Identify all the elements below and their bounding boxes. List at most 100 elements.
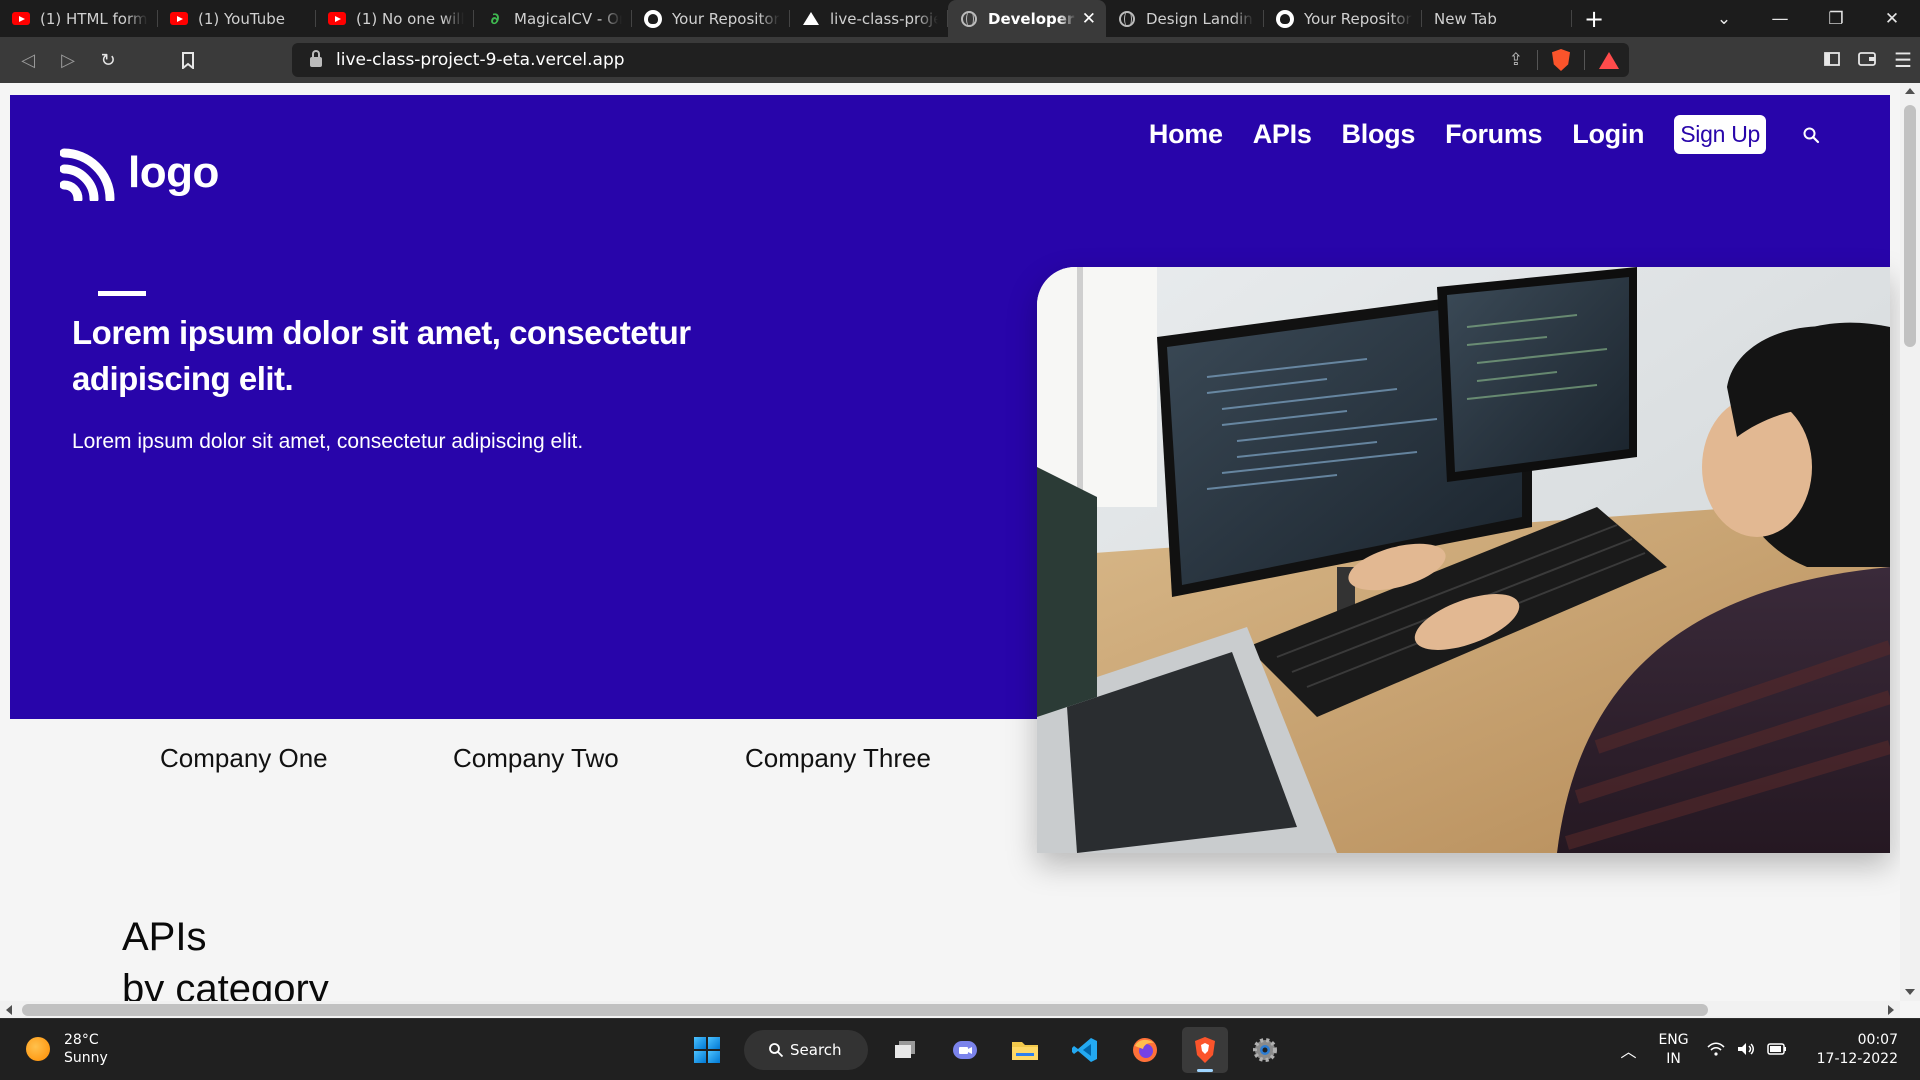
tab-title: (1) HTML forms a — [40, 9, 148, 28]
show-hidden-icons-chevron-icon[interactable]: ︿ — [1620, 1038, 1636, 1062]
browser-tab-active[interactable]: Developer La ✕ — [948, 0, 1106, 37]
youtube-icon — [170, 10, 188, 28]
browser-tab[interactable]: Your Repositories — [632, 0, 790, 37]
site-logo[interactable]: logo — [59, 145, 219, 204]
menu-icon[interactable]: ☰ — [1894, 48, 1912, 72]
browser-tab[interactable]: ∂ MagicalCV - Onli — [474, 0, 632, 37]
tab-title: Developer La — [988, 9, 1076, 28]
youtube-icon — [12, 10, 30, 28]
windows-logo-icon — [694, 1037, 720, 1063]
reload-icon[interactable]: ↻ — [88, 40, 128, 80]
battery-icon[interactable] — [1766, 1041, 1787, 1060]
taskbar-search-button[interactable]: Search — [744, 1030, 868, 1070]
restore-button[interactable]: ❐ — [1808, 0, 1864, 37]
tab-title: (1) No one will te — [356, 9, 464, 28]
teams-chat-icon[interactable] — [942, 1027, 988, 1073]
tab-title: live-class-project — [830, 9, 938, 28]
browser-tab[interactable]: (1) YouTube — [158, 0, 316, 37]
share-icon[interactable]: ⇪ — [1509, 50, 1523, 70]
lang-line2: IN — [1666, 1051, 1681, 1067]
vertical-scroll-thumb[interactable] — [1904, 105, 1916, 347]
hero-title: Lorem ipsum dolor sit amet, consectetur … — [72, 314, 691, 397]
weather-widget[interactable]: 28°C Sunny — [26, 1031, 108, 1067]
minimize-button[interactable]: — — [1752, 0, 1808, 37]
vercel-icon — [802, 10, 820, 28]
tab-strip: (1) HTML forms a (1) YouTube (1) No one … — [0, 0, 1920, 37]
browser-toolbar: ◁ ▷ ↻ live-class-project-9-eta.vercel.ap… — [0, 37, 1920, 83]
wifi-icon[interactable] — [1707, 1041, 1725, 1060]
scroll-up-arrow-icon[interactable] — [1905, 88, 1915, 94]
browser-tab[interactable]: Design Landing P — [1106, 0, 1264, 37]
lock-icon — [310, 50, 322, 67]
address-bar[interactable]: live-class-project-9-eta.vercel.app ⇪ — [292, 43, 1629, 77]
vscode-icon[interactable] — [1062, 1027, 1108, 1073]
tab-title: Your Repositories — [672, 9, 780, 28]
logo-icon — [59, 145, 116, 204]
search-icon[interactable] — [1802, 126, 1820, 144]
weather-desc: Sunny — [64, 1050, 108, 1066]
firefox-icon[interactable] — [1122, 1027, 1168, 1073]
browser-tab[interactable]: live-class-project — [790, 0, 948, 37]
hero-subtitle: Lorem ipsum dolor sit amet, consectetur … — [72, 430, 584, 453]
scroll-left-arrow-icon[interactable] — [6, 1005, 12, 1015]
browser-tab[interactable]: New Tab — [1422, 0, 1572, 37]
company-name: Company Two — [453, 743, 619, 773]
browser-tab[interactable]: (1) No one will te — [316, 0, 474, 37]
scroll-right-arrow-icon[interactable] — [1888, 1005, 1894, 1015]
bookmark-icon[interactable] — [168, 40, 208, 80]
forward-icon[interactable]: ▷ — [48, 40, 88, 80]
horizontal-scrollbar[interactable] — [0, 1001, 1900, 1018]
vertical-scrollbar[interactable] — [1900, 83, 1920, 1001]
close-tab-icon[interactable]: ✕ — [1082, 9, 1096, 29]
system-tray: ︿ ENG IN 00:07 17-12-2022 — [1620, 1019, 1920, 1080]
scroll-down-arrow-icon[interactable] — [1905, 989, 1915, 995]
volume-icon[interactable] — [1737, 1041, 1755, 1060]
tab-title: MagicalCV - Onli — [514, 9, 622, 28]
section-title-line1: APIs — [122, 915, 207, 959]
nav-blogs-link[interactable]: Blogs — [1342, 119, 1416, 150]
page-viewport: logo Home APIs Blogs Forums Login Sign U… — [0, 83, 1920, 1018]
language-indicator[interactable]: ENG IN — [1658, 1031, 1688, 1069]
signup-button[interactable]: Sign Up — [1674, 115, 1766, 154]
task-view-icon[interactable] — [882, 1027, 928, 1073]
close-window-button[interactable]: ✕ — [1864, 0, 1920, 37]
nav-home-link[interactable]: Home — [1149, 119, 1223, 150]
url-text: live-class-project-9-eta.vercel.app — [336, 50, 625, 70]
nav-login-link[interactable]: Login — [1572, 119, 1644, 150]
back-icon[interactable]: ◁ — [8, 40, 48, 80]
hero-image — [1037, 267, 1890, 853]
github-icon — [644, 9, 662, 28]
clock-date: 17-12-2022 — [1816, 1051, 1898, 1067]
browser-tab[interactable]: Your Repositories — [1264, 0, 1422, 37]
clock[interactable]: 00:07 17-12-2022 — [1817, 1031, 1898, 1069]
section-title: APIs by category — [122, 911, 329, 1015]
tab-title: (1) YouTube — [198, 9, 286, 28]
hero-accent-line — [98, 291, 146, 296]
sun-icon — [26, 1037, 50, 1061]
nav-apis-link[interactable]: APIs — [1253, 119, 1312, 150]
sidebar-toggle-icon[interactable] — [1824, 50, 1840, 71]
horizontal-scroll-thumb[interactable] — [22, 1004, 1708, 1016]
brave-browser-icon[interactable] — [1182, 1027, 1228, 1073]
brave-shield-icon[interactable] — [1552, 49, 1570, 71]
brave-rewards-icon[interactable] — [1599, 51, 1619, 69]
start-button[interactable] — [684, 1027, 730, 1073]
company-name: Company Three — [745, 743, 931, 773]
browser-tab[interactable]: (1) HTML forms a — [0, 0, 158, 37]
tab-title: Design Landing P — [1146, 9, 1254, 28]
settings-gear-icon[interactable] — [1242, 1027, 1288, 1073]
youtube-icon — [328, 10, 346, 28]
globe-icon — [960, 10, 978, 28]
file-explorer-icon[interactable] — [1002, 1027, 1048, 1073]
tab-title: Your Repositories — [1304, 9, 1412, 28]
logo-text: logo — [128, 148, 219, 197]
wallet-icon[interactable] — [1858, 50, 1876, 71]
new-tab-button[interactable]: + — [1572, 0, 1616, 37]
lang-line1: ENG — [1658, 1032, 1689, 1048]
company-name: Company One — [160, 743, 328, 773]
companies-row: Company One Company Two Company Three — [0, 743, 1000, 783]
tab-search-chevron-icon[interactable]: ⌄ — [1696, 0, 1752, 37]
nav-forums-link[interactable]: Forums — [1445, 119, 1543, 150]
clock-time: 00:07 — [1857, 1032, 1898, 1048]
tab-title: New Tab — [1434, 9, 1497, 28]
